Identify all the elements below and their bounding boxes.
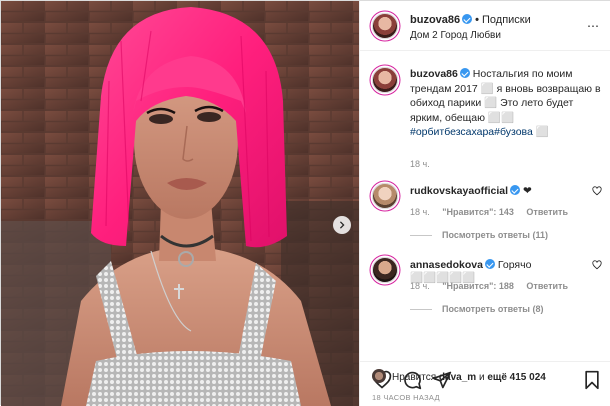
liker-avatar[interactable] xyxy=(372,369,386,383)
comment-likes[interactable]: "Нравится": 188 xyxy=(442,281,514,291)
author-username[interactable]: buzova86 xyxy=(410,14,460,26)
caption-username[interactable]: buzova86 xyxy=(410,68,458,80)
likes-prefix: Нравится xyxy=(392,372,437,383)
author-line: buzova86 • Подписки xyxy=(410,14,531,26)
verified-icon xyxy=(484,259,495,269)
commenter-username[interactable]: rudkovskayaofficial xyxy=(410,185,508,197)
next-photo-button[interactable] xyxy=(333,216,351,234)
like-comment-icon[interactable] xyxy=(592,260,602,270)
chevron-right-icon xyxy=(339,221,345,229)
separator: • xyxy=(475,14,479,26)
post-sidebar: buzova86 • Подписки Дом 2 Город Любви ⋯ bu… xyxy=(359,1,610,406)
caption-text-block: buzova86 Ностальгия по моим трендам 2017… xyxy=(410,67,606,140)
comment-text-block: rudkovskayaofficial ❤ xyxy=(410,185,590,197)
comment-body: ❤ xyxy=(522,185,532,197)
photo-illustration xyxy=(1,1,359,406)
comment-time: 18 ч. xyxy=(410,207,430,217)
likes-summary: Нравится dava_m и ещё 415 024 xyxy=(372,369,546,383)
comment-meta: 18 ч. "Нравится": 143 Ответить xyxy=(410,207,578,217)
like-comment-icon[interactable] xyxy=(592,186,602,196)
post-photo[interactable] xyxy=(1,1,359,406)
reply-button[interactable]: Ответить xyxy=(526,281,568,291)
post-header: buzova86 • Подписки Дом 2 Город Любви ⋯ xyxy=(360,1,610,51)
follow-status-button[interactable]: Подписки xyxy=(482,14,531,26)
comment-time: 18 ч. xyxy=(410,281,430,291)
likes-conjunction: и xyxy=(478,372,485,383)
instagram-post: buzova86 • Подписки Дом 2 Город Любви ⋯ bu… xyxy=(0,0,610,406)
liker-username[interactable]: dava_m xyxy=(439,372,476,383)
post-timestamp: 18 ЧАСОВ НАЗАД xyxy=(372,393,440,402)
bookmark-icon[interactable] xyxy=(582,370,602,390)
commenter-username[interactable]: annasedokova xyxy=(410,259,483,271)
caption-author-avatar[interactable] xyxy=(372,67,398,93)
caption-hashtags[interactable]: #орбитбезсахара#бузова ⬜ xyxy=(410,126,549,138)
view-replies-button[interactable]: Посмотреть ответы (11) xyxy=(410,230,548,240)
comment-likes[interactable]: "Нравится": 143 xyxy=(442,207,514,217)
verified-icon xyxy=(462,14,473,24)
reply-button[interactable]: Ответить xyxy=(526,207,568,217)
author-avatar[interactable] xyxy=(372,13,398,39)
more-options-icon[interactable]: ⋯ xyxy=(587,19,600,33)
likes-count[interactable]: ещё 415 024 xyxy=(487,372,546,383)
verified-icon xyxy=(510,185,521,195)
comment-meta: 18 ч. "Нравится": 188 Ответить xyxy=(410,281,578,291)
commenter-avatar[interactable] xyxy=(372,257,398,283)
commenter-avatar[interactable] xyxy=(372,183,398,209)
caption-time: 18 ч. xyxy=(410,159,430,169)
verified-icon xyxy=(459,68,470,78)
view-replies-button[interactable]: Посмотреть ответы (8) xyxy=(410,304,543,314)
post-location[interactable]: Дом 2 Город Любви xyxy=(410,30,501,41)
